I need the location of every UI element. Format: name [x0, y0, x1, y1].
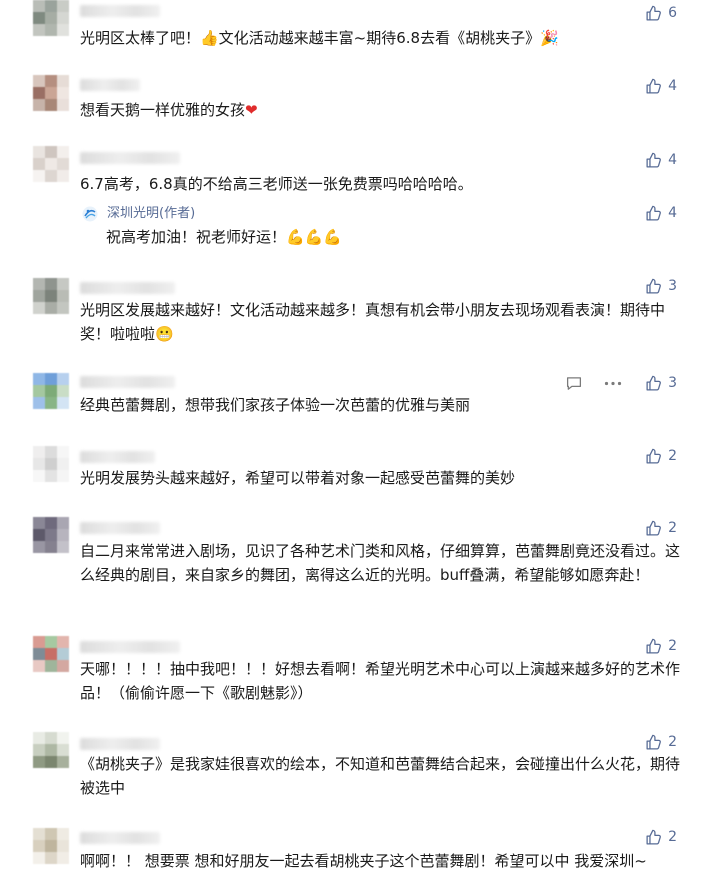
- more-options-icon[interactable]: [604, 381, 622, 386]
- reply-icon[interactable]: [565, 375, 583, 392]
- like-button[interactable]: 6: [645, 3, 677, 23]
- comment-text: 经典芭蕾舞剧，想带我们家孩子体验一次芭蕾的优雅与美丽: [80, 396, 471, 414]
- like-button[interactable]: 4: [645, 150, 677, 170]
- like-count: 3: [668, 278, 677, 294]
- thumbs-up-icon: [646, 638, 662, 654]
- comment-text: 天哪！！！！抽中我吧！！！好想去看啊！希望光明艺术中心可以上演越来越多好的艺术作…: [80, 660, 681, 702]
- avatar[interactable]: [33, 636, 69, 672]
- thumbs-up-icon: [646, 520, 662, 536]
- like-button[interactable]: 2: [645, 827, 677, 847]
- author-logo-icon: [82, 206, 98, 222]
- like-count: 2: [668, 520, 677, 536]
- comment-text: 想看天鹅一样优雅的女孩❤: [80, 101, 258, 119]
- comment-text: 《胡桃夹子》是我家娃很喜欢的绘本，不知道和芭蕾舞结合起来，会碰撞出什么火花，期待…: [80, 755, 681, 797]
- like-count: 2: [668, 638, 677, 654]
- heart-icon: ❤: [245, 101, 258, 119]
- like-count: 2: [668, 829, 677, 845]
- avatar[interactable]: [33, 75, 69, 111]
- commenter-name[interactable]: [80, 79, 140, 91]
- like-count: 2: [668, 448, 677, 464]
- commenter-name[interactable]: [80, 522, 160, 534]
- commenter-name[interactable]: [80, 738, 160, 750]
- like-count: 4: [668, 78, 677, 94]
- like-button[interactable]: 4: [645, 76, 677, 96]
- commenter-name[interactable]: [80, 282, 175, 294]
- thumbs-up-icon: [646, 734, 662, 750]
- reply-author-name[interactable]: 深圳光明(作者): [107, 205, 195, 223]
- like-count: 6: [668, 5, 677, 21]
- comment-text: 光明发展势头越来越好，希望可以带着对象一起感受芭蕾舞的美妙: [80, 469, 516, 487]
- commenter-name[interactable]: [80, 641, 180, 653]
- comment-text: 啊啊！！ 想要票 想和好朋友一起去看胡桃夹子这个芭蕾舞剧！希望可以中 我爱深圳~: [80, 852, 647, 870]
- avatar[interactable]: [33, 278, 69, 314]
- thumbs-up-icon: [646, 375, 662, 391]
- like-button[interactable]: 2: [645, 636, 677, 656]
- avatar[interactable]: [33, 517, 69, 553]
- thumbs-up-icon: [646, 152, 662, 168]
- avatar[interactable]: [33, 373, 69, 409]
- avatar[interactable]: [33, 732, 69, 768]
- thumbs-up-icon: [646, 5, 662, 21]
- avatar[interactable]: [33, 828, 69, 864]
- comment-text: 6.7高考，6.8真的不给高三老师送一张免费票吗哈哈哈哈。: [80, 175, 473, 193]
- like-button[interactable]: 3: [645, 276, 677, 296]
- thumbs-up-icon: [646, 448, 662, 464]
- reply-like-button[interactable]: 4: [645, 203, 677, 223]
- like-button[interactable]: 2: [645, 446, 677, 466]
- commenter-name[interactable]: [80, 152, 180, 164]
- commenter-name[interactable]: [80, 5, 160, 17]
- like-count: 4: [668, 205, 677, 221]
- avatar[interactable]: [33, 0, 69, 36]
- commenter-name[interactable]: [80, 376, 175, 388]
- like-count: 2: [668, 734, 677, 750]
- thumbs-up-icon: [646, 278, 662, 294]
- thumbs-up-icon: [646, 829, 662, 845]
- like-button[interactable]: 3: [645, 373, 677, 393]
- comment-text: 光明区发展越来越好！文化活动越来越多！真想有机会带小朋友去现场观看表演！期待中奖…: [80, 301, 666, 343]
- like-count: 4: [668, 152, 677, 168]
- reply-text: 祝高考加油！祝老师好运！💪💪💪: [106, 228, 343, 246]
- like-button[interactable]: 2: [645, 518, 677, 538]
- avatar[interactable]: [33, 146, 69, 182]
- comment-text: 自二月来常常进入剧场，见识了各种艺术门类和风格，仔细算算，芭蕾舞剧竟还没看过。这…: [80, 542, 681, 584]
- commenter-name[interactable]: [80, 832, 160, 844]
- like-button[interactable]: 2: [645, 732, 677, 752]
- thumbs-up-icon: [646, 205, 662, 221]
- like-count: 3: [668, 375, 677, 391]
- comment-text: 光明区太棒了吧！👍文化活动越来越丰富~期待6.8去看《胡桃夹子》🎉: [80, 29, 559, 47]
- thumbs-up-icon: [646, 78, 662, 94]
- avatar[interactable]: [33, 446, 69, 482]
- commenter-name[interactable]: [80, 451, 155, 463]
